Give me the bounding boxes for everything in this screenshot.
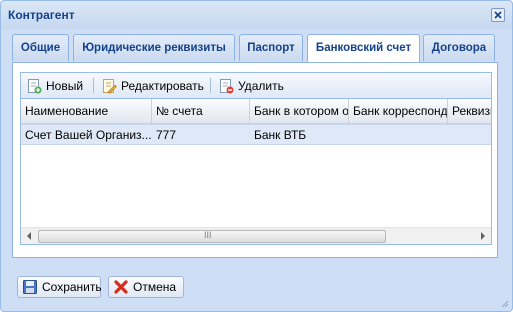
edit-document-icon xyxy=(103,79,117,94)
cancel-x-icon xyxy=(114,280,128,294)
resize-grip-icon[interactable] xyxy=(500,299,509,308)
new-button[interactable]: Новый xyxy=(26,77,83,95)
grid-header: Наименование № счета Банк в котором от Б… xyxy=(21,99,491,124)
cell-account-number: 777 xyxy=(156,128,177,142)
tab-general[interactable]: Общие xyxy=(12,34,69,61)
toolbar-separator xyxy=(210,78,211,93)
cancel-label: Отмена xyxy=(133,280,177,294)
cell-name: Счет Вашей Организ... xyxy=(25,128,152,142)
scrollbar-grip: III xyxy=(204,230,212,240)
column-header-bank[interactable]: Банк в котором от xyxy=(250,99,349,123)
column-header-name[interactable]: Наименование xyxy=(21,99,152,123)
edit-button[interactable]: Редактировать xyxy=(101,77,204,95)
tab-bank-account[interactable]: Банковский счет xyxy=(307,34,420,63)
scroll-right-icon[interactable] xyxy=(478,231,488,241)
save-label: Сохранить xyxy=(42,280,102,294)
save-disk-icon xyxy=(23,280,37,294)
cell-details xyxy=(448,125,491,145)
column-header-correspondent-bank[interactable]: Банк корреспонде xyxy=(349,99,448,123)
close-button[interactable] xyxy=(491,8,505,22)
new-label: Новый xyxy=(46,79,84,93)
grid-toolbar: Новый Редактировать Удалить xyxy=(20,72,492,98)
tab-legal-details[interactable]: Юридические реквизиты xyxy=(73,34,235,61)
delete-label: Удалить xyxy=(238,79,284,93)
edit-label: Редактировать xyxy=(121,79,204,93)
horizontal-scrollbar[interactable]: III xyxy=(21,227,491,244)
title-bar[interactable]: Контрагент xyxy=(1,1,512,29)
bank-accounts-grid: Наименование № счета Банк в котором от Б… xyxy=(20,98,492,245)
table-row[interactable]: Счет Вашей Организ... 777 Банк ВТБ xyxy=(21,124,491,145)
window-title: Контрагент xyxy=(8,8,75,22)
toolbar-separator xyxy=(93,78,94,93)
scrollbar-thumb[interactable]: III xyxy=(38,230,386,243)
cancel-button[interactable]: Отмена xyxy=(108,276,184,298)
tab-strip: Общие Юридические реквизиты Паспорт Банк… xyxy=(12,34,495,63)
tab-panel: Новый Редактировать Удалить Наименование… xyxy=(12,62,498,258)
close-icon xyxy=(494,11,502,19)
column-header-account-number[interactable]: № счета xyxy=(152,99,250,123)
dialog-window: Контрагент Общие Юридические реквизиты П… xyxy=(0,0,513,312)
delete-document-icon xyxy=(220,79,234,94)
tab-passport[interactable]: Паспорт xyxy=(239,34,303,61)
cell-bank: Банк ВТБ xyxy=(254,128,307,142)
delete-button[interactable]: Удалить xyxy=(218,77,284,95)
cell-correspondent-bank xyxy=(349,125,448,145)
save-button[interactable]: Сохранить xyxy=(17,276,102,298)
scroll-left-icon[interactable] xyxy=(24,231,34,241)
tab-contracts[interactable]: Договора xyxy=(423,34,495,61)
new-document-icon xyxy=(28,79,42,94)
column-header-details[interactable]: Реквизи xyxy=(448,99,491,123)
